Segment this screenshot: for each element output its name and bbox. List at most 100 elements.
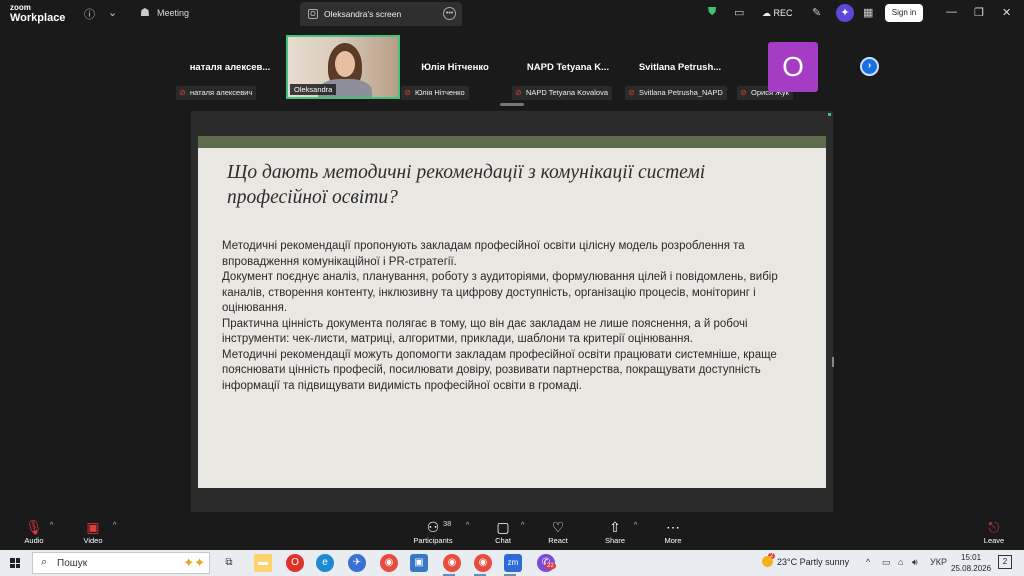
partly-sunny-icon xyxy=(762,556,773,567)
chat-button[interactable]: ▢ Chat xyxy=(490,518,516,545)
slide-paragraph: Методичні рекомендації пропонують заклад… xyxy=(222,240,745,268)
apps-grid-icon[interactable]: ▦ xyxy=(863,6,873,19)
meeting-label[interactable]: Meeting xyxy=(157,8,189,18)
video-options-caret[interactable]: ^ xyxy=(113,522,116,529)
participant-video-tile[interactable]: Oleksandra xyxy=(286,35,400,99)
file-explorer-icon[interactable]: ▬ xyxy=(254,554,272,572)
brand-bottom: Workplace xyxy=(10,12,66,24)
chrome-icon[interactable]: ◉ xyxy=(380,554,398,572)
close-icon[interactable]: ✕ xyxy=(1002,6,1011,19)
chrome-icon[interactable]: ◉ xyxy=(474,554,492,572)
task-view-icon[interactable]: ⧉ xyxy=(220,554,238,572)
video-person-face xyxy=(335,51,355,77)
battery-icon[interactable]: ▭ xyxy=(882,557,891,568)
tray-overflow-icon[interactable]: ^ xyxy=(866,557,870,567)
search-highlight-icon: ✦✦ xyxy=(183,555,205,570)
participant-tile[interactable]: наталя алексев... ⊘ наталя алексевич xyxy=(176,36,284,100)
slide-paragraph: Документ поєднує аналіз, планування, роб… xyxy=(222,271,778,314)
taskbar-search[interactable]: ⌕ Пошук ✦✦ xyxy=(32,552,210,574)
audio-options-caret[interactable]: ^ xyxy=(50,522,53,529)
rec-indicator[interactable]: ☁ REC xyxy=(762,8,793,19)
slide-body: Методичні рекомендації пропонують заклад… xyxy=(222,239,782,394)
title-bar: zoom Workplace ⓘ ⌄ ☗ Meeting O Oleksandr… xyxy=(0,0,1024,28)
slide-title: Що дають методичні рекомендації з комуні… xyxy=(227,162,706,208)
notification-center-icon[interactable]: 2 xyxy=(998,555,1012,569)
more-icon: ⋯ xyxy=(666,519,680,535)
mic-muted-icon: ⊘ xyxy=(515,88,522,97)
clock-time: 15:01 xyxy=(961,553,982,562)
video-button[interactable]: ▣ Video xyxy=(79,518,107,545)
search-placeholder: Пошук xyxy=(57,558,88,569)
rec-label: REC xyxy=(773,8,793,18)
participant-label: ⊘ Юлія Нітченко xyxy=(401,86,469,100)
next-page-button[interactable]: › xyxy=(860,57,879,76)
pen-icon[interactable]: ✎ xyxy=(812,6,821,19)
screen-tab[interactable]: O Oleksandra's screen ••• xyxy=(300,2,462,26)
security-shield-icon[interactable]: ⛊ xyxy=(708,6,716,19)
app-icon[interactable]: ✈ xyxy=(348,554,366,572)
participant-label: ⊘ наталя алексевич xyxy=(176,86,257,100)
participant-label: ⊘ NAPD Tetyana Kovalova xyxy=(512,86,612,100)
chat-label: Chat xyxy=(495,536,511,545)
slide-header-bar xyxy=(198,136,826,148)
mic-muted-icon: 🎙︎ xyxy=(25,519,43,535)
participant-tile[interactable]: Svitlana Petrush... ⊘ Svitlana Petrusha_N… xyxy=(625,36,735,100)
participants-options-caret[interactable]: ^ xyxy=(466,522,469,529)
info-icon[interactable]: ⓘ xyxy=(84,6,95,22)
mic-muted-icon: ⊘ xyxy=(628,88,635,97)
network-icon[interactable]: ⌂ xyxy=(898,557,903,567)
audio-button[interactable]: 🎙︎ Audio xyxy=(20,518,48,545)
react-button[interactable]: ♡ React xyxy=(544,518,572,545)
resize-handle[interactable] xyxy=(832,357,834,367)
leave-icon: ⎋ xyxy=(988,519,1000,535)
chevron-down-icon[interactable]: ⌄ xyxy=(108,6,117,19)
react-label: React xyxy=(548,536,568,545)
chat-icon: ▢ xyxy=(496,519,510,535)
share-options-caret[interactable]: ^ xyxy=(634,522,637,529)
weather-text: 23°C Partly sunny xyxy=(777,557,850,567)
mic-muted-icon: ⊘ xyxy=(179,88,186,97)
more-button[interactable]: ⋯ More xyxy=(659,518,687,545)
heart-icon: ♡ xyxy=(551,519,565,535)
zoom-app-icon[interactable]: zm xyxy=(504,554,522,572)
minimize-icon[interactable]: — xyxy=(946,6,957,18)
screen-share-icon: O xyxy=(308,9,318,19)
cloud-icon: ☁ xyxy=(762,8,774,18)
participant-tile[interactable]: Юлія Нітченко ⊘ Юлія Нітченко xyxy=(401,36,509,100)
more-options-icon[interactable]: ••• xyxy=(443,7,456,20)
app-icon[interactable]: ▣ xyxy=(410,554,428,572)
sign-in-button[interactable]: Sign in xyxy=(885,4,923,22)
chrome-icon[interactable]: ◉ xyxy=(443,554,461,572)
restore-icon[interactable]: ❐ xyxy=(974,6,984,19)
weather-widget[interactable]: 23°C Partly sunny xyxy=(762,556,849,567)
share-button[interactable]: ⇧ Share xyxy=(601,518,629,545)
leave-label: Leave xyxy=(983,536,1005,545)
captions-icon[interactable]: ▭ xyxy=(734,6,744,19)
slide-paragraph: Методичні рекомендації можуть допомогти … xyxy=(222,348,777,392)
participant-name: Юлія Нітченко xyxy=(421,62,489,73)
volume-icon[interactable]: 🔊︎ xyxy=(912,557,918,568)
search-icon: ⌕ xyxy=(41,556,48,568)
participants-label: Participants xyxy=(413,536,453,545)
mic-muted-icon: ⊘ xyxy=(740,88,747,97)
slide-paragraph: Практична цінність документа полягає в т… xyxy=(222,317,748,346)
chat-options-caret[interactable]: ^ xyxy=(521,522,524,529)
mic-muted-icon: ⊘ xyxy=(404,88,411,97)
screen-tab-title: Oleksandra's screen xyxy=(324,9,402,19)
edge-icon[interactable]: e xyxy=(316,554,334,572)
share-label: Share xyxy=(604,536,625,545)
leave-button[interactable]: ⎋ Leave xyxy=(980,518,1008,545)
participant-name: Svitlana Petrush... xyxy=(638,62,722,73)
language-indicator[interactable]: УКР xyxy=(930,557,947,567)
meeting-icon: ☗ xyxy=(140,7,150,19)
participant-avatar[interactable]: О xyxy=(768,42,818,92)
opera-icon[interactable]: O xyxy=(286,554,304,572)
ai-companion-icon[interactable]: ✦ xyxy=(836,4,854,22)
brand-top: zoom xyxy=(10,3,31,12)
participant-tile[interactable]: NAPD Tetyana K... ⊘ NAPD Tetyana Kovalova xyxy=(512,36,624,100)
share-indicator-dot xyxy=(828,113,831,116)
meeting-toolbar: 🎙︎ Audio ^ ▣ Video ^ ⚇ Participants ^ ▢ … xyxy=(0,514,1024,550)
clock[interactable]: 15:01 25.08.2026 xyxy=(951,552,991,574)
windows-start-icon[interactable] xyxy=(10,558,20,568)
participants-count: 38 xyxy=(443,519,452,528)
